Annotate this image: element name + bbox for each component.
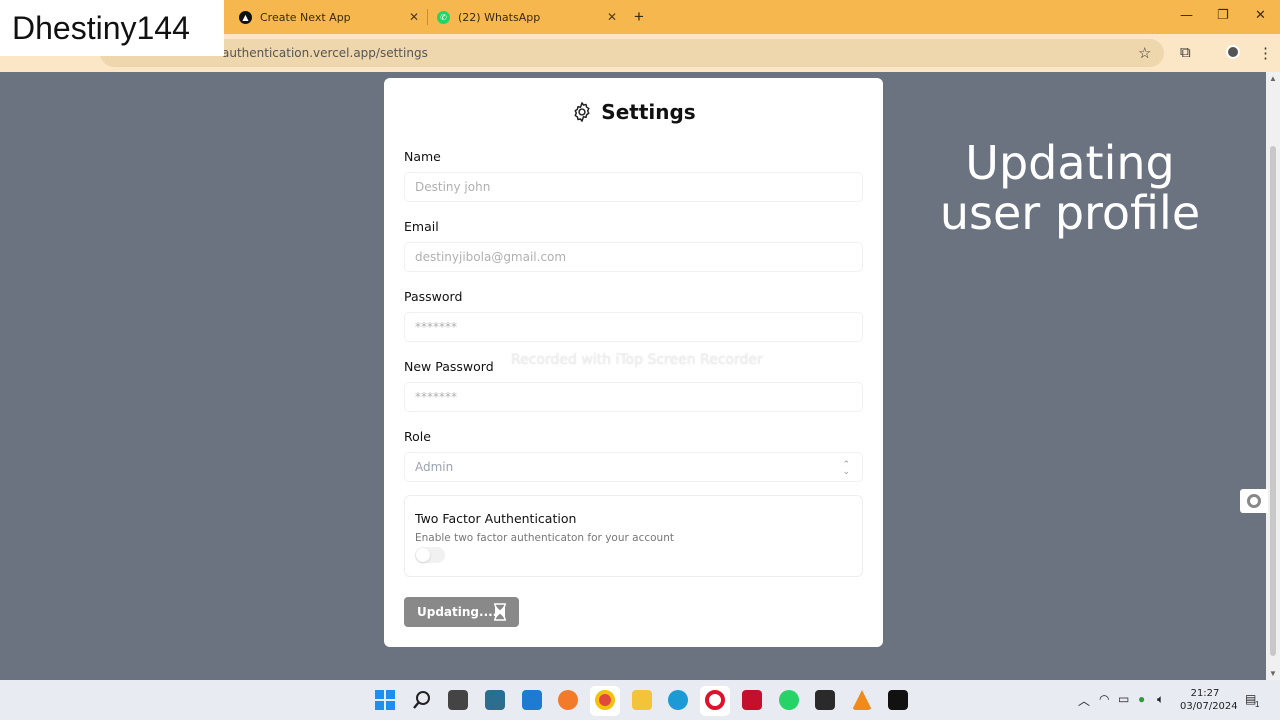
two-factor-toggle[interactable] — [415, 547, 445, 563]
toggle-knob — [416, 548, 430, 562]
name-field[interactable] — [404, 172, 863, 202]
role-select[interactable]: Admin ⌃ ⌄ — [404, 452, 863, 482]
windows-taskbar: ︿ ◠ ▭ ● 🔈︎ 21:27 03/07/2024 ▤ 1 — [0, 680, 1280, 720]
record-icon — [1247, 494, 1261, 508]
capcut-icon[interactable] — [888, 690, 908, 710]
chrome-icon[interactable] — [595, 690, 615, 710]
email-label: Email — [404, 219, 439, 234]
clock-date: 03/07/2024 — [1180, 701, 1238, 712]
vlc-icon[interactable] — [852, 690, 872, 710]
video-caption: Updating user profile — [939, 136, 1201, 240]
edge-icon[interactable] — [668, 690, 688, 710]
vscode-icon[interactable] — [522, 690, 542, 710]
two-factor-description: Enable two factor authenticaton for your… — [415, 532, 674, 544]
new-password-field[interactable] — [404, 382, 863, 412]
tab-separator — [427, 9, 428, 25]
battery-icon[interactable]: ▭ — [1118, 692, 1129, 706]
extensions-icon[interactable]: ⧉ — [1180, 44, 1191, 61]
update-button[interactable]: Updating.... — [404, 597, 519, 627]
new-password-input[interactable] — [405, 383, 862, 411]
new-password-label: New Password — [404, 359, 494, 374]
close-tab-icon[interactable]: ✕ — [607, 10, 617, 24]
role-selected-value: Admin — [415, 460, 454, 474]
side-widget-button[interactable] — [1240, 489, 1268, 513]
page-title: Settings — [384, 100, 883, 124]
page-scrollbar[interactable]: ▲ ▼ — [1266, 72, 1280, 680]
gear-icon — [574, 102, 590, 122]
notification-count-badge: 1 — [1255, 700, 1260, 709]
page-title-text: Settings — [601, 100, 696, 124]
security-shield-icon[interactable]: ● — [1138, 692, 1145, 706]
sticky-notes-icon[interactable] — [815, 690, 835, 710]
clock-time: 21:27 — [1190, 688, 1220, 699]
close-tab-icon[interactable]: ✕ — [409, 10, 419, 24]
url-text[interactable]: authentication.vercel.app/settings — [222, 46, 428, 60]
email-input[interactable] — [405, 243, 862, 271]
widgets-icon[interactable] — [485, 690, 505, 710]
name-input[interactable] — [405, 173, 862, 201]
firefox-icon[interactable] — [558, 690, 578, 710]
password-field[interactable] — [404, 312, 863, 342]
password-label: Password — [404, 289, 463, 304]
two-factor-title: Two Factor Authentication — [415, 511, 577, 526]
update-button-label: Updating.... — [417, 605, 498, 619]
profile-avatar-icon[interactable] — [1226, 45, 1240, 59]
browser-menu-icon[interactable]: ⋮ — [1258, 44, 1273, 62]
password-input[interactable] — [405, 313, 862, 341]
close-window-icon[interactable]: ✕ — [1255, 8, 1266, 23]
maximize-icon[interactable]: ❐ — [1217, 8, 1229, 23]
opera-icon[interactable] — [705, 690, 725, 710]
email-field[interactable] — [404, 242, 863, 272]
system-clock[interactable]: 21:27 03/07/2024 — [1180, 687, 1238, 713]
wifi-icon[interactable]: ◠ — [1099, 692, 1109, 706]
scroll-up-icon[interactable]: ▲ — [1269, 74, 1277, 83]
screen-recorder-icon[interactable] — [742, 690, 762, 710]
two-factor-panel: Two Factor Authentication Enable two fac… — [404, 495, 863, 577]
channel-watermark: Dhestiny144 — [0, 0, 224, 56]
task-view-icon[interactable] — [448, 690, 468, 710]
minimize-icon[interactable]: — — [1180, 8, 1193, 23]
role-label: Role — [404, 429, 431, 444]
scrollbar-thumb[interactable] — [1270, 146, 1276, 656]
search-icon[interactable] — [412, 690, 432, 710]
bookmark-star-icon[interactable]: ☆ — [1138, 44, 1151, 62]
tab-title: (22) WhatsApp — [458, 10, 541, 24]
volume-icon[interactable]: 🔈︎ — [1157, 692, 1164, 707]
scroll-down-icon[interactable]: ▼ — [1269, 669, 1277, 678]
chevron-up-down-icon: ⌃ ⌄ — [842, 459, 850, 476]
hourglass-icon — [494, 603, 506, 621]
whatsapp-icon[interactable] — [779, 690, 799, 710]
nextjs-favicon-icon: ▲ — [239, 10, 252, 24]
whatsapp-favicon-icon: ✆ — [437, 10, 450, 24]
tab-title: Create Next App — [260, 10, 351, 24]
name-label: Name — [404, 149, 441, 164]
tab-whatsapp[interactable]: ✆ (22) WhatsApp ✕ — [437, 4, 617, 30]
show-hidden-icons-icon[interactable]: ︿ — [1078, 692, 1090, 709]
file-explorer-icon[interactable] — [632, 690, 652, 710]
windows-start-icon[interactable] — [375, 690, 395, 710]
new-tab-icon[interactable]: + — [634, 7, 644, 27]
recorder-watermark: Recorded with iTop Screen Recorder — [511, 352, 763, 368]
tab-create-next-app[interactable]: ▲ Create Next App ✕ — [239, 4, 419, 30]
